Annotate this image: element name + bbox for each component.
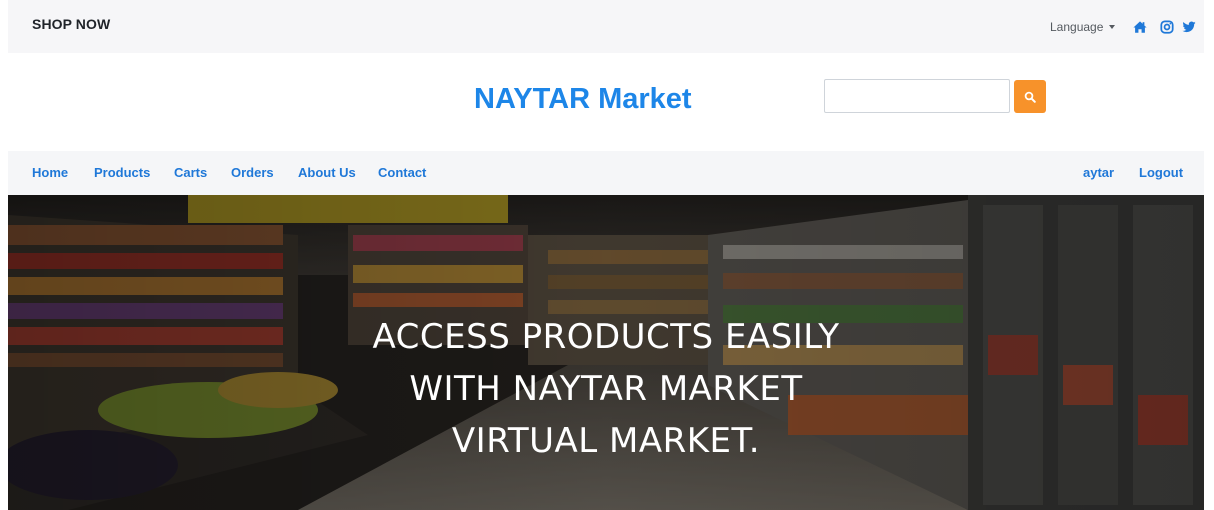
nav-home[interactable]: Home: [32, 165, 68, 180]
hero-line-2: WITH NAYTAR MARKET: [409, 369, 803, 409]
page: SHOP NOW Language NAYTAR Market Home Pro…: [8, 0, 1204, 510]
nav-user-account[interactable]: aytar: [1083, 165, 1114, 180]
search-input[interactable]: [824, 79, 1010, 113]
language-label: Language: [1050, 20, 1104, 34]
nav-logout[interactable]: Logout: [1139, 165, 1183, 180]
nav-about-us[interactable]: About Us: [298, 165, 356, 180]
shop-now-link[interactable]: SHOP NOW: [32, 16, 110, 32]
caret-down-icon: [1109, 24, 1116, 29]
brand-header: NAYTAR Market: [8, 53, 1204, 151]
twitter-icon[interactable]: [1182, 20, 1196, 34]
language-dropdown[interactable]: Language: [1050, 20, 1116, 34]
main-navigation: Home Products Carts Orders About Us Cont…: [8, 151, 1204, 195]
hero-line-1: ACCESS PRODUCTS EASILY: [372, 317, 840, 357]
instagram-icon[interactable]: [1160, 20, 1174, 34]
hero-banner: ACCESS PRODUCTS EASILY WITH NAYTAR MARKE…: [8, 195, 1204, 510]
nav-carts[interactable]: Carts: [174, 165, 207, 180]
top-bar: SHOP NOW Language: [8, 0, 1204, 53]
hero-line-3: VIRTUAL MARKET.: [451, 421, 761, 461]
hero-headline: ACCESS PRODUCTS EASILY WITH NAYTAR MARKE…: [8, 311, 1204, 467]
nav-orders[interactable]: Orders: [231, 165, 274, 180]
nav-products[interactable]: Products: [94, 165, 150, 180]
home-icon[interactable]: [1133, 20, 1147, 34]
search-icon: [1024, 91, 1036, 103]
search-button[interactable]: [1014, 80, 1046, 113]
nav-contact[interactable]: Contact: [378, 165, 426, 180]
brand-logo-text[interactable]: NAYTAR Market: [474, 83, 692, 116]
